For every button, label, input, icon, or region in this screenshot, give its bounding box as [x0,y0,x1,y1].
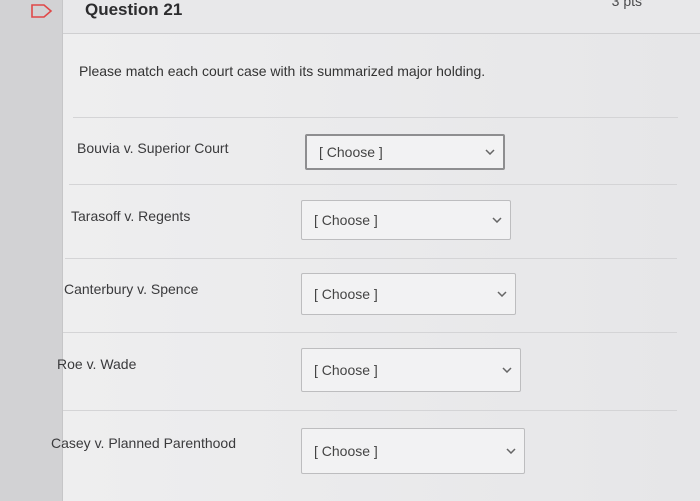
holding-select[interactable]: [ Choose ] [301,273,516,315]
flag-icon[interactable] [30,3,54,19]
case-label: Tarasoff v. Regents [71,208,191,224]
row-divider [63,410,677,411]
chevron-down-icon [485,149,495,155]
chevron-down-icon [492,217,502,223]
case-label: Casey v. Planned Parenthood [51,435,236,451]
case-label: Canterbury v. Spence [64,281,199,297]
case-label: Roe v. Wade [57,356,137,372]
points-value: 3 pts [611,0,642,9]
question-title: Question 21 [85,0,183,19]
quiz-page: Question 21 3 pts Please match each cour… [0,0,700,501]
select-value: [ Choose ] [314,443,378,459]
chevron-down-icon [502,367,512,373]
case-label: Bouvia v. Superior Court [77,140,229,156]
select-value: [ Choose ] [314,362,378,378]
select-value: [ Choose ] [319,144,383,160]
chevron-down-icon [506,448,516,454]
holding-select[interactable]: [ Choose ] [301,348,521,392]
row-divider [73,117,678,118]
row-divider [65,258,677,259]
flag-gutter [0,0,62,501]
holding-select[interactable]: [ Choose ] [305,134,505,170]
question-header: Question 21 3 pts [63,0,700,34]
select-value: [ Choose ] [314,286,378,302]
chevron-down-icon [497,291,507,297]
holding-select[interactable]: [ Choose ] [301,200,511,240]
row-divider [63,332,677,333]
question-prompt: Please match each court case with its su… [79,63,486,79]
row-divider [69,184,677,185]
select-value: [ Choose ] [314,212,378,228]
question-card: Question 21 3 pts Please match each cour… [51,0,700,501]
holding-select[interactable]: [ Choose ] [301,428,525,474]
